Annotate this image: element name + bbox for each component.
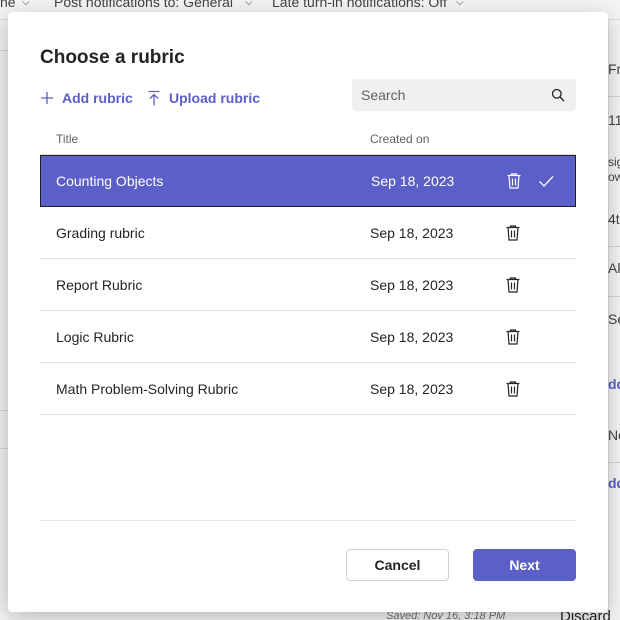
rubric-created-date: Sep 18, 2023 xyxy=(370,329,454,345)
trash-icon[interactable] xyxy=(506,172,522,193)
rubric-created-date: Sep 18, 2023 xyxy=(370,225,454,241)
background-divider xyxy=(608,246,620,247)
dialog-title: Choose a rubric xyxy=(40,47,185,68)
rubric-table: Title Created on Counting Objects Sep 18… xyxy=(40,123,576,415)
background-toolbar-item: ne xyxy=(0,0,16,10)
table-row[interactable]: Grading rubric Sep 18, 2023 xyxy=(40,207,576,259)
column-header-created-on: Created on xyxy=(370,132,430,146)
background-fragment: ow xyxy=(608,170,620,184)
rubric-created-date: Sep 18, 2023 xyxy=(370,381,454,397)
rubric-title: Grading rubric xyxy=(56,225,145,241)
search-icon[interactable] xyxy=(551,88,565,107)
background-divider xyxy=(608,462,620,463)
table-header: Title Created on xyxy=(40,123,576,155)
background-fragment: 4t xyxy=(608,211,620,227)
rubric-title: Logic Rubric xyxy=(56,329,134,345)
chevron-down-icon: ⌵ xyxy=(245,0,253,8)
upload-rubric-button[interactable]: Upload rubric xyxy=(147,88,260,108)
table-row[interactable]: Report Rubric Sep 18, 2023 xyxy=(40,259,576,311)
rubric-title: Counting Objects xyxy=(56,173,164,189)
checkmark-icon xyxy=(537,172,555,193)
background-left-edge xyxy=(0,20,8,620)
background-divider xyxy=(0,448,8,449)
background-toolbar-item: Post notifications to: General xyxy=(54,0,233,10)
table-row[interactable]: Logic Rubric Sep 18, 2023 xyxy=(40,311,576,363)
table-row[interactable]: Math Problem-Solving Rubric Sep 18, 2023 xyxy=(40,363,576,415)
background-divider xyxy=(608,296,620,297)
next-button[interactable]: Next xyxy=(473,549,576,581)
background-toolbar-item: Late turn-in notifications: Off xyxy=(272,0,447,10)
chevron-down-icon: ⌵ xyxy=(22,0,30,8)
search-box[interactable] xyxy=(352,79,576,111)
rubric-title: Math Problem-Solving Rubric xyxy=(56,381,239,397)
background-divider xyxy=(0,410,8,411)
upload-arrow-icon xyxy=(147,90,161,106)
background-bottom-edge xyxy=(0,612,620,620)
rubric-created-date: Sep 18, 2023 xyxy=(370,277,454,293)
cancel-button[interactable]: Cancel xyxy=(346,549,449,581)
background-fragment: Se xyxy=(608,311,620,327)
column-header-title: Title xyxy=(56,132,79,146)
background-fragment: No xyxy=(608,427,620,443)
background-fragment: All xyxy=(608,260,620,276)
background-fragment: dd xyxy=(608,475,620,491)
table-row[interactable]: Counting Objects Sep 18, 2023 xyxy=(40,155,576,207)
add-rubric-button[interactable]: Add rubric xyxy=(40,88,133,108)
background-fragment: Fr xyxy=(608,61,620,77)
plus-icon xyxy=(40,91,54,105)
trash-icon[interactable] xyxy=(505,380,521,401)
upload-rubric-label: Upload rubric xyxy=(169,90,261,106)
background-divider xyxy=(0,50,8,51)
trash-icon[interactable] xyxy=(505,328,521,349)
choose-rubric-dialog: Choose a rubric Add rubric Upload rubric… xyxy=(8,12,608,612)
rubric-created-date: Sep 18, 2023 xyxy=(371,173,455,189)
chevron-down-icon: ⌵ xyxy=(456,0,464,8)
background-fragment: 11 xyxy=(608,112,620,128)
background-divider xyxy=(608,96,620,97)
rubric-title: Report Rubric xyxy=(56,277,143,293)
background-fragment: dd xyxy=(608,376,620,392)
add-rubric-label: Add rubric xyxy=(62,90,133,106)
search-input[interactable] xyxy=(352,79,542,111)
trash-icon[interactable] xyxy=(505,224,521,245)
background-fragment: sig xyxy=(608,155,620,169)
trash-icon[interactable] xyxy=(505,276,521,297)
footer-divider xyxy=(40,520,576,521)
